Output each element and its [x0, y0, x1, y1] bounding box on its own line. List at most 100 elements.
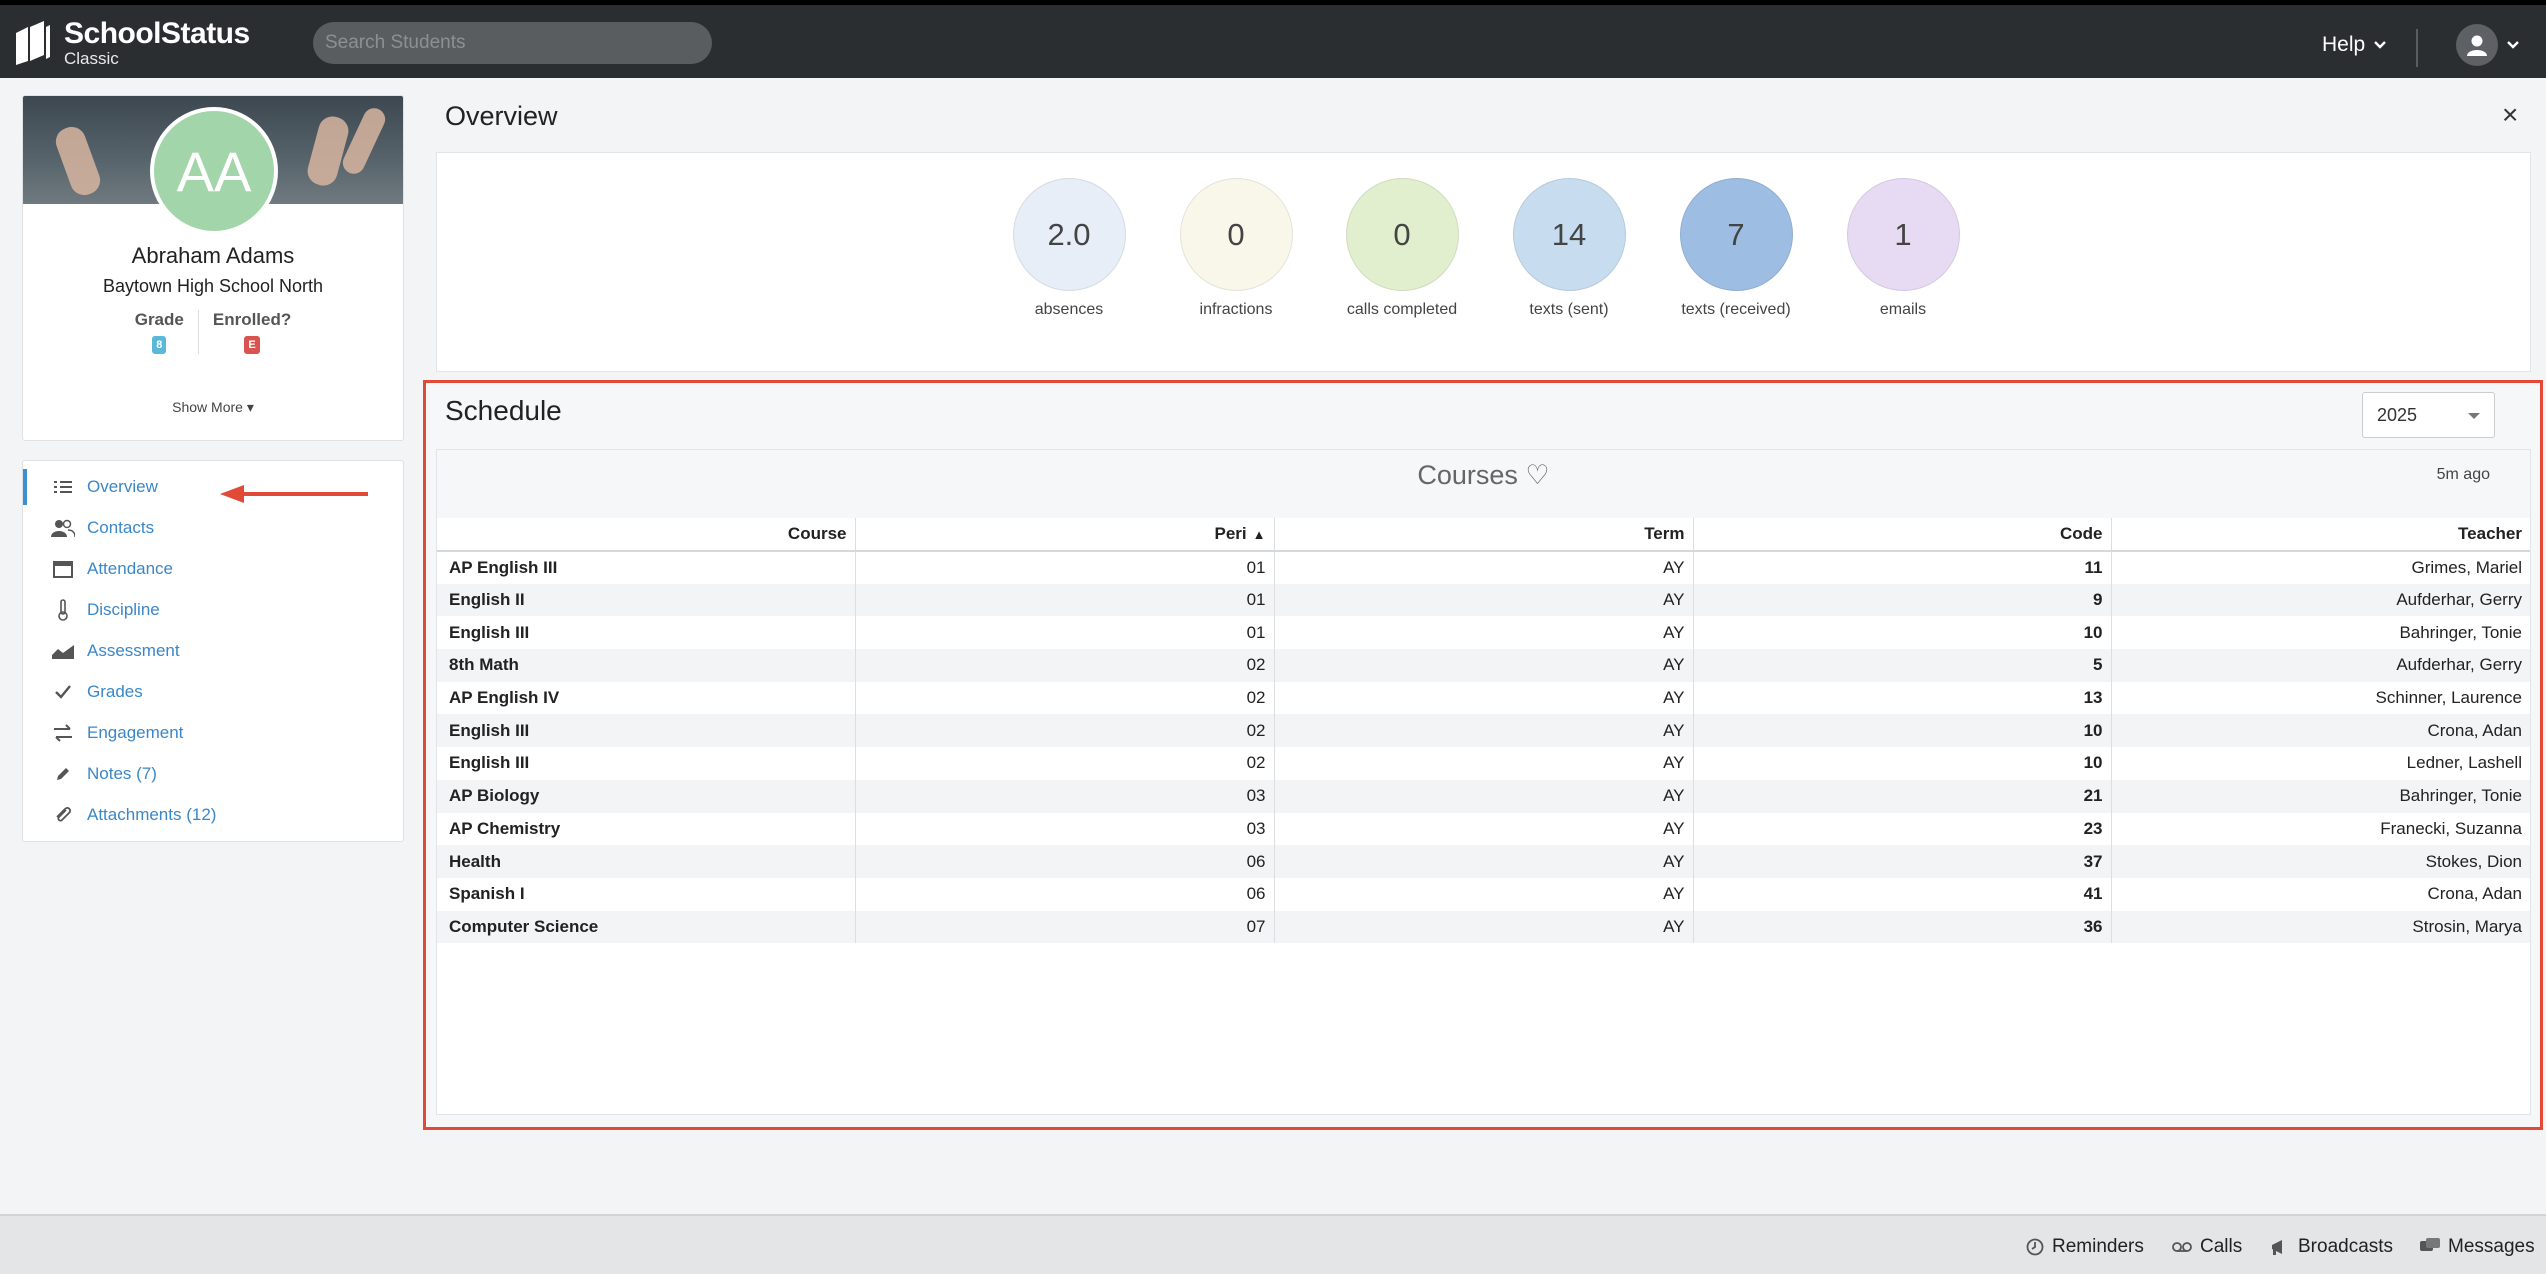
- nav-item-discipline[interactable]: Discipline: [23, 592, 403, 628]
- courses-table: Course Peri ▲ Term Code Teacher AP Englis…: [437, 518, 2530, 944]
- stat-texts-received[interactable]: 7 texts (received): [1656, 178, 1816, 319]
- period-cell: 06: [854, 877, 1274, 911]
- teacher-cell: Aufderhar, Gerry: [2110, 583, 2530, 617]
- stat-label: emails: [1879, 301, 1927, 318]
- period-cell: 02: [854, 649, 1274, 682]
- grade-badge: 8: [152, 336, 167, 354]
- pencil-icon: [51, 763, 75, 785]
- reminders-button[interactable]: Reminders: [2026, 1236, 2144, 1258]
- list-icon: [51, 476, 75, 498]
- contacts-icon: [51, 517, 75, 539]
- logo-book-icon: [16, 21, 50, 65]
- close-icon[interactable]: ×: [2502, 99, 2518, 131]
- nav-item-notes[interactable]: Notes (7): [23, 756, 403, 792]
- table-row[interactable]: AP English IV 02 AY 13 Schinner, Laurence: [437, 681, 2530, 715]
- term-cell: AY: [1273, 551, 1693, 584]
- term-cell: AY: [1273, 812, 1693, 846]
- table-row[interactable]: AP Biology 03 AY 21 Bahringer, Tonie: [437, 779, 2530, 813]
- nav-item-grades[interactable]: Grades: [23, 674, 403, 710]
- clock-icon: [2026, 1238, 2044, 1256]
- term-cell: AY: [1273, 583, 1693, 617]
- broadcasts-button[interactable]: Broadcasts: [2270, 1236, 2393, 1258]
- check-icon: [51, 681, 75, 703]
- stat-value: 14: [1512, 178, 1626, 291]
- nav-item-contacts[interactable]: Contacts: [23, 510, 403, 546]
- chevron-down-icon: [2374, 41, 2387, 49]
- table-row[interactable]: English III 01 AY 10 Bahringer, Tonie: [437, 616, 2530, 650]
- stat-emails[interactable]: 1 emails: [1823, 178, 1983, 319]
- column-header-code[interactable]: Code: [1692, 518, 2111, 552]
- table-row[interactable]: Spanish I 06 AY 41 Crona, Adan: [437, 877, 2530, 911]
- column-header-course[interactable]: Course: [437, 518, 855, 552]
- stat-value: 1: [1846, 178, 1960, 291]
- app-logo[interactable]: SchoolStatus Classic: [14, 19, 250, 68]
- courses-title: Courses ♡: [1417, 460, 1550, 490]
- nav-item-assessment[interactable]: Assessment: [23, 633, 403, 669]
- stat-texts-sent[interactable]: 14 texts (sent): [1489, 178, 1649, 319]
- chart-icon: [51, 640, 75, 662]
- nav-item-engagement[interactable]: Engagement: [23, 715, 403, 751]
- stat-label: calls completed: [1346, 301, 1458, 318]
- course-name-cell: 8th Math: [437, 649, 855, 682]
- nav-label: Discipline: [87, 600, 160, 619]
- student-sidenav: Overview Contacts Attendance Discipline …: [22, 460, 404, 842]
- course-name-cell: AP Biology: [437, 779, 855, 813]
- nav-item-attachments[interactable]: Attachments (12): [23, 797, 403, 833]
- megaphone-icon: [2272, 1240, 2282, 1255]
- teacher-cell: Crona, Adan: [2110, 877, 2530, 911]
- table-row[interactable]: Health 06 AY 37 Stokes, Dion: [437, 845, 2530, 878]
- chevron-down-icon: [2507, 41, 2519, 49]
- teacher-cell: Bahringer, Tonie: [2110, 779, 2530, 813]
- period-cell: 03: [854, 779, 1274, 813]
- course-name-cell: English III: [449, 753, 530, 773]
- term-cell: AY: [1273, 649, 1693, 682]
- search-students-input[interactable]: [313, 22, 712, 64]
- table-row[interactable]: Computer Science 07 AY 36 Strosin, Marya: [437, 910, 2530, 944]
- sort-ascending-icon: ▲: [1252, 527, 1266, 542]
- courses-panel: Courses ♡ 5m ago Course Peri ▲ Term Code …: [436, 449, 2531, 1115]
- nav-label: Contacts: [87, 518, 155, 537]
- show-more-toggle[interactable]: Show More ▾: [23, 399, 403, 416]
- school-name: Baytown High School North: [102, 276, 324, 296]
- period-cell: 01: [854, 616, 1274, 650]
- teacher-cell: Stokes, Dion: [2110, 845, 2530, 878]
- topbar-divider: [2416, 29, 2418, 67]
- nav-label: Engagement: [87, 723, 184, 742]
- year-select[interactable]: 2025: [2362, 392, 2495, 438]
- table-row[interactable]: 8th Math 02 AY 5 Aufderhar, Gerry: [437, 649, 2530, 682]
- paperclip-icon: [51, 804, 75, 826]
- code-cell: 21: [1692, 779, 2111, 813]
- column-header-term[interactable]: Term: [1273, 518, 1693, 552]
- period-cell: 02: [854, 681, 1274, 715]
- enrolled-badge: E: [244, 336, 260, 354]
- teacher-cell: Crona, Adan: [2110, 714, 2530, 748]
- teacher-cell: Strosin, Marya: [2110, 910, 2530, 944]
- messages-button[interactable]: Messages: [2420, 1236, 2535, 1258]
- table-row[interactable]: English II 01 AY 9 Aufderhar, Gerry: [437, 583, 2530, 617]
- column-header-teacher[interactable]: Teacher: [2110, 518, 2530, 552]
- term-cell: AY: [1273, 779, 1693, 813]
- last-updated: 5m ago: [2436, 466, 2490, 483]
- calls-button[interactable]: Calls: [2172, 1236, 2242, 1258]
- table-row[interactable]: English III 02 AY 10 Ledner, Lashell: [437, 747, 2530, 780]
- table-row[interactable]: AP English III 01 AY 11 Grimes, Mariel: [437, 551, 2530, 584]
- user-menu[interactable]: [2456, 24, 2520, 66]
- table-row[interactable]: English III 02 AY 10 Crona, Adan: [437, 714, 2530, 748]
- year-value: 2025: [2377, 404, 2418, 425]
- period-cell: 06: [854, 845, 1274, 878]
- user-avatar-icon: [2456, 24, 2498, 66]
- table-row[interactable]: AP Chemistry 03 AY 23 Franecki, Suzanna: [437, 812, 2530, 846]
- column-header-period[interactable]: Peri ▲: [854, 518, 1274, 552]
- chat-icon: [2420, 1238, 2440, 1251]
- term-cell: AY: [1273, 910, 1693, 944]
- code-cell: 10: [1692, 747, 2111, 780]
- stat-calls-completed[interactable]: 0 calls completed: [1322, 178, 1482, 319]
- table-header-row: Course Peri ▲ Term Code Teacher: [437, 518, 2530, 552]
- bottom-bar: Reminders Calls Broadcasts Messages: [0, 1214, 2546, 1274]
- stat-infractions[interactable]: 0 infractions: [1156, 178, 1316, 319]
- nav-item-attendance[interactable]: Attendance: [23, 551, 403, 587]
- help-menu[interactable]: Help: [2322, 33, 2387, 57]
- course-name-cell: AP English III: [449, 557, 558, 577]
- code-cell: 10: [1692, 714, 2111, 748]
- stat-absences[interactable]: 2.0 absences: [989, 178, 1149, 319]
